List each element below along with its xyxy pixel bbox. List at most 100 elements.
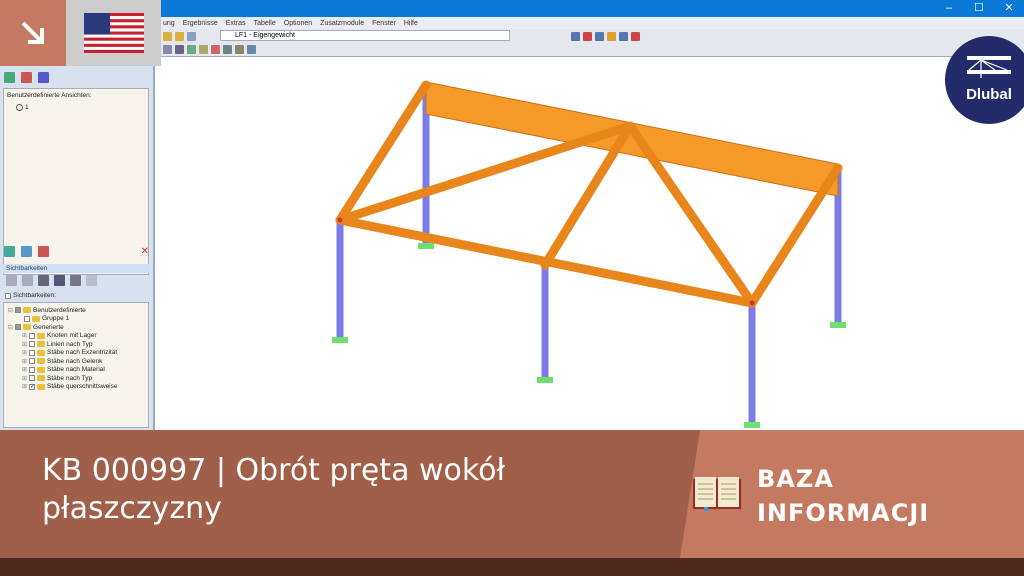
- menu-addons[interactable]: Zusatzmodule: [320, 20, 364, 27]
- visibility-checkbox[interactable]: Sichtbarkeiten:: [5, 292, 56, 299]
- toolbar-icon[interactable]: [607, 31, 616, 41]
- tree-item[interactable]: ⊞ Stäbe nach Gelenk: [8, 357, 144, 366]
- tree-checkbox[interactable]: [29, 341, 36, 348]
- toolbar-icon[interactable]: [211, 45, 220, 54]
- menu-results[interactable]: Ergebnisse: [183, 20, 218, 27]
- visibility-icon[interactable]: [70, 275, 81, 286]
- tree-item-label: Stäbe nach Typ: [47, 374, 93, 382]
- expand-icon[interactable]: ⊞: [22, 341, 27, 348]
- menu-window[interactable]: Fenster: [372, 20, 396, 27]
- expand-icon[interactable]: ⊞: [22, 366, 27, 373]
- tree-checkbox[interactable]: ✓: [29, 383, 35, 390]
- book-icon: [693, 477, 741, 511]
- tree-item[interactable]: ⊞ Stäbe nach Typ: [8, 374, 144, 383]
- visibility-icon[interactable]: [54, 275, 65, 286]
- tree-item[interactable]: ⊞ ✓ Stäbe querschnittsweise: [8, 383, 144, 392]
- toolbar-icon[interactable]: [235, 45, 244, 54]
- tree-item[interactable]: ⊟ Generierte: [8, 323, 144, 332]
- folder-icon: [23, 324, 32, 331]
- toolbar-icon[interactable]: [163, 45, 172, 54]
- toolbar-icon[interactable]: [223, 45, 232, 54]
- visibility-icon[interactable]: [22, 275, 33, 286]
- view-icon[interactable]: [21, 72, 32, 83]
- maximize-button[interactable]: ☐: [964, 0, 994, 16]
- tree-item[interactable]: ⊞ Linien nach Typ: [8, 340, 144, 349]
- visibility-icon[interactable]: [6, 275, 17, 286]
- toolbar-icon[interactable]: [583, 31, 592, 41]
- close-button[interactable]: ✕: [994, 0, 1024, 16]
- toolbar-icon[interactable]: [595, 31, 604, 41]
- expand-icon[interactable]: ⊞: [22, 383, 27, 390]
- language-badge[interactable]: [66, 0, 161, 66]
- toolbar-icon[interactable]: [559, 32, 568, 41]
- color-view-icon[interactable]: [38, 246, 49, 257]
- bridge-icon: [967, 56, 1011, 78]
- load-case-select[interactable]: LF1 - Eigengewicht: [220, 30, 510, 41]
- tree-checkbox[interactable]: [29, 375, 36, 382]
- expand-icon[interactable]: ⊞: [22, 349, 27, 356]
- arrow-down-right-icon: [21, 21, 44, 44]
- tree-checkbox[interactable]: [24, 315, 30, 322]
- tree-checkbox[interactable]: [15, 307, 22, 314]
- tree-item[interactable]: ⊟ Benutzerdefinierte: [8, 306, 144, 315]
- expand-icon[interactable]: ⊟: [8, 307, 13, 314]
- tree-item-label: Knoten mit Lager: [47, 332, 97, 340]
- toolbar-icon[interactable]: [631, 31, 640, 41]
- article-title: KB 000997 | Obrót pręta wokół płaszczyzn…: [42, 453, 506, 526]
- frame-model: [332, 80, 846, 428]
- tree-checkbox[interactable]: [15, 324, 22, 331]
- tree-item-label: Linien nach Typ: [47, 340, 93, 348]
- visibility-icon[interactable]: [86, 275, 97, 286]
- tree-item-label: Benutzerdefinierte: [33, 306, 86, 314]
- menu-extras[interactable]: Extras: [226, 20, 246, 27]
- menu-options[interactable]: Optionen: [284, 20, 312, 27]
- tree-item-label: Stäbe nach Material: [47, 366, 105, 374]
- visibility-icon[interactable]: [38, 275, 49, 286]
- tree-item[interactable]: ⊞ Stäbe nach Exzentrizität: [8, 349, 144, 358]
- expand-icon[interactable]: ⊞: [22, 332, 27, 339]
- corner-badge: [0, 0, 66, 66]
- menu-table[interactable]: Tabelle: [254, 20, 276, 27]
- dlubal-logo: Dlubal: [945, 36, 1024, 124]
- menu-help[interactable]: Hilfe: [404, 20, 418, 27]
- toolbar-icon[interactable]: [175, 31, 184, 41]
- tree-checkbox[interactable]: [29, 332, 36, 339]
- toolbar-icon[interactable]: [619, 31, 628, 41]
- category-label: BAZA INFORMACJI: [757, 465, 930, 527]
- visibility-toolbar: [6, 275, 97, 286]
- visibility-tree: ⊟ Benutzerdefinierte Gruppe 1 ⊟ Generierte ⊞ K…: [3, 302, 149, 428]
- view-icon[interactable]: [38, 72, 49, 83]
- tree-item[interactable]: ⊞ Knoten mit Lager: [8, 332, 144, 341]
- folder-icon: [37, 349, 46, 356]
- tree-item-label: Stäbe querschnittsweise: [47, 383, 118, 391]
- expand-icon[interactable]: ⊞: [22, 375, 27, 382]
- add-view-icon[interactable]: [4, 246, 15, 257]
- model-viewport[interactable]: [157, 58, 1024, 430]
- tree-item[interactable]: Gruppe 1: [8, 315, 144, 324]
- edit-view-icon[interactable]: [21, 246, 32, 257]
- radio-icon[interactable]: [16, 104, 23, 111]
- expand-icon[interactable]: ⊟: [8, 324, 13, 331]
- toolbar-icon[interactable]: [247, 45, 256, 54]
- toolbar-icon[interactable]: [187, 45, 196, 54]
- expand-icon[interactable]: ⊞: [22, 358, 27, 365]
- tree-checkbox[interactable]: [29, 366, 36, 373]
- tree-item[interactable]: ⊞ Stäbe nach Material: [8, 366, 144, 375]
- tree-item-label: Stäbe nach Exzentrizität: [47, 349, 118, 357]
- navigator-panel: Benutzerdefinierte Ansichten: 1 ✕ Sichtb…: [0, 58, 155, 430]
- view-icon[interactable]: [4, 72, 15, 83]
- delete-icon[interactable]: ✕: [141, 246, 149, 257]
- tree-checkbox[interactable]: [29, 349, 36, 356]
- toolbar-icon[interactable]: [163, 31, 172, 41]
- menu-edit[interactable]: ung: [163, 20, 175, 27]
- us-flag-icon: [83, 13, 144, 53]
- visibility-header: Sichtbarkeiten: [3, 264, 151, 273]
- toolbar-icon[interactable]: [571, 31, 580, 41]
- minimize-button[interactable]: –: [934, 0, 964, 16]
- toolbar-icon[interactable]: [175, 45, 184, 54]
- folder-icon: [37, 332, 46, 339]
- toolbar-icon[interactable]: [187, 31, 196, 41]
- view-item[interactable]: 1: [4, 102, 148, 113]
- toolbar-icon[interactable]: [199, 45, 208, 54]
- tree-checkbox[interactable]: [29, 358, 36, 365]
